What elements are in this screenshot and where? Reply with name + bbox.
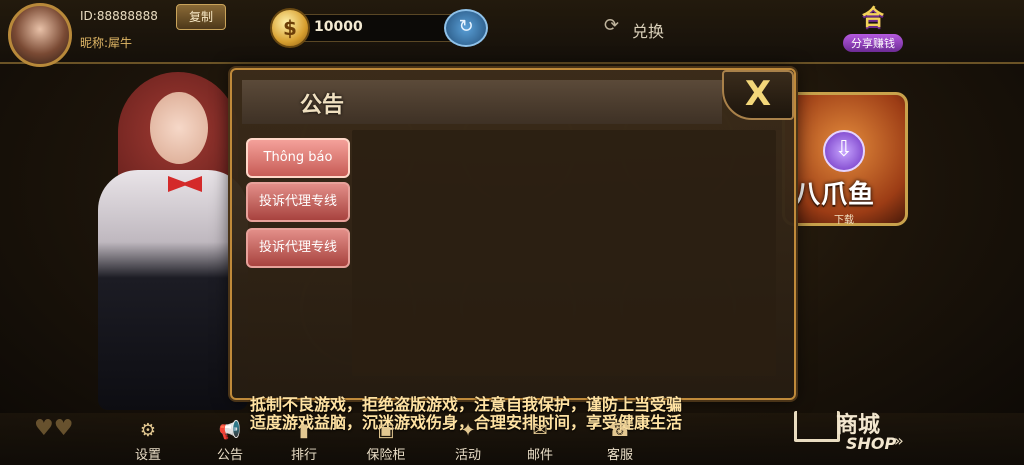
nav-label: 设置 bbox=[134, 448, 161, 463]
promo-title: 八爪鱼 bbox=[794, 180, 876, 210]
announcement-content[interactable] bbox=[352, 130, 776, 376]
nav-label: 排行 bbox=[290, 448, 317, 463]
tab-complaint-line-2[interactable]: 投诉代理专线 bbox=[246, 228, 350, 268]
gear-icon: ⚙ bbox=[139, 420, 157, 441]
mail-icon: ✉ bbox=[532, 420, 548, 441]
cart-icon bbox=[794, 411, 840, 442]
gift-icon: ✦ bbox=[460, 420, 476, 441]
tab-complaint-line-1[interactable]: 投诉代理专线 bbox=[246, 182, 350, 222]
safe-icon: ▣ bbox=[377, 420, 395, 441]
share-earn-button[interactable]: 合 分享赚钱 bbox=[832, 6, 914, 58]
nav-label: 客服 bbox=[606, 448, 633, 463]
coin-icon: $ bbox=[270, 8, 310, 48]
nav-label: 邮件 bbox=[526, 448, 553, 463]
promo-download-label: 下载 bbox=[834, 215, 854, 226]
notice-line-1: 抵制不良游戏，拒绝盗版游戏，注意自我保护，谨防上当受骗 bbox=[250, 395, 683, 414]
close-button[interactable]: X bbox=[722, 70, 794, 120]
shop-button[interactable]: 商城 SHOP » bbox=[794, 405, 918, 457]
user-nickname: 昵称:犀牛 bbox=[80, 36, 133, 50]
nav-safe[interactable]: ▣ 保险柜 bbox=[360, 420, 412, 463]
nav-announcement[interactable]: 📢 公告 bbox=[204, 420, 256, 463]
ranking-icon: ▮ bbox=[299, 420, 309, 441]
modal-title: 公告 bbox=[300, 93, 345, 118]
nav-label: 保险柜 bbox=[366, 448, 406, 463]
share-title: 合 bbox=[861, 6, 884, 31]
nav-support[interactable]: ☎ 客服 bbox=[594, 420, 646, 463]
nav-settings[interactable]: ⚙ 设置 bbox=[122, 420, 174, 463]
shop-label-en: SHOP bbox=[846, 434, 897, 453]
nav-ranking[interactable]: ▮ 排行 bbox=[278, 420, 330, 463]
share-label: 分享赚钱 bbox=[843, 34, 903, 52]
nav-label: 公告 bbox=[216, 448, 243, 463]
hearts-icon: ♥♥ bbox=[34, 416, 74, 441]
coin-balance: 10000 bbox=[314, 19, 363, 35]
headset-icon: ☎ bbox=[608, 420, 632, 441]
user-id: ID:88888888 bbox=[80, 9, 158, 23]
megaphone-icon: 📢 bbox=[218, 420, 242, 441]
download-icon[interactable]: ⇩ bbox=[823, 130, 865, 172]
refresh-balance-button[interactable]: ↻ bbox=[444, 9, 488, 47]
tab-thong-bao[interactable]: Thông báo bbox=[246, 138, 350, 178]
nav-mail[interactable]: ✉ 邮件 bbox=[514, 420, 566, 463]
nav-label: 活动 bbox=[454, 448, 481, 463]
exchange-icon: ⟳ bbox=[604, 15, 620, 36]
nav-events[interactable]: ✦ 活动 bbox=[442, 420, 494, 463]
copy-id-button[interactable]: 复制 bbox=[176, 4, 226, 30]
avatar[interactable] bbox=[8, 3, 72, 67]
chevron-right-icon: » bbox=[894, 431, 904, 450]
exchange-label: 兑换 bbox=[632, 22, 665, 41]
